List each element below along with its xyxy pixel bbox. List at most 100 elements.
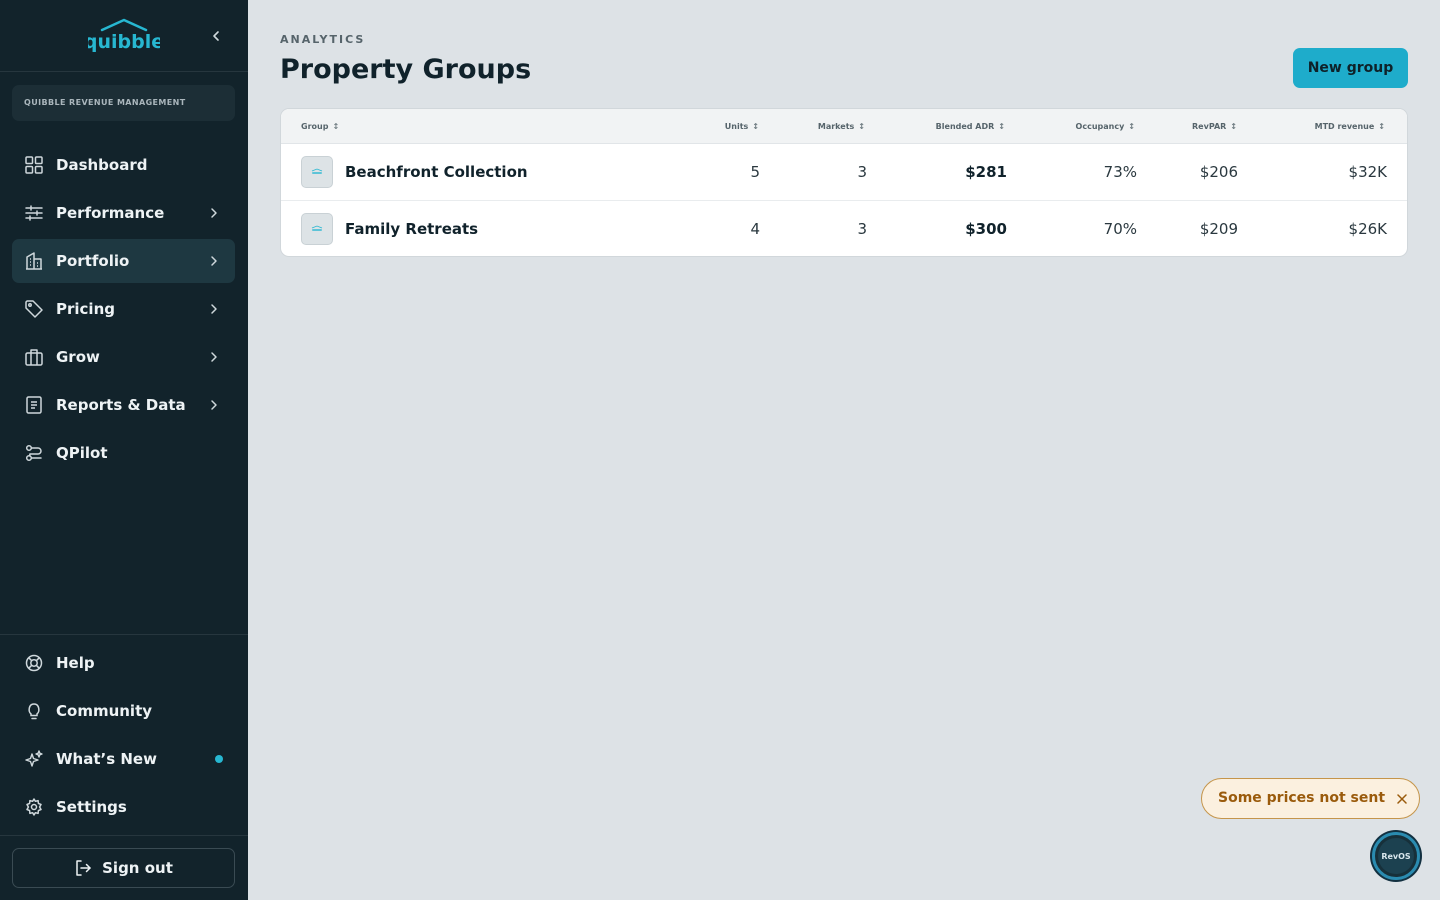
sidebar-item-help[interactable]: Help (12, 641, 235, 685)
table-header: Group ↕ Units ↕ Markets ↕ Blended ADR ↕ Occu… (281, 109, 1407, 144)
revos-assistant-button[interactable]: RevOS (1372, 832, 1420, 880)
blended-adr-cell: $300 (965, 220, 1007, 238)
quibble-mini-logo-icon (311, 225, 323, 231)
sign-out-button[interactable]: Sign out (12, 848, 235, 888)
sidebar-item-label: What’s New (56, 750, 157, 768)
group-name[interactable]: Family Retreats (345, 220, 478, 238)
sidebar-item-label: Reports & Data (56, 396, 186, 414)
divider (0, 634, 248, 635)
page-title: Property Groups (280, 54, 532, 85)
sort-icon: ↕ (1128, 122, 1135, 131)
building-icon (24, 251, 44, 271)
collapse-sidebar-button[interactable] (206, 26, 226, 46)
group-thumbnail (301, 213, 333, 245)
sidebar-item-performance[interactable]: Performance (12, 191, 235, 235)
sidebar-item-reports[interactable]: Reports & Data (12, 383, 235, 427)
report-icon (24, 395, 44, 415)
sidebar-item-label: Pricing (56, 300, 115, 318)
column-label: Occupancy (1075, 122, 1125, 131)
sidebar-item-pricing[interactable]: Pricing (12, 287, 235, 331)
sidebar-item-qpilot[interactable]: QPilot (12, 431, 235, 475)
sort-icon: ↕ (1378, 122, 1385, 131)
revos-label: RevOS (1381, 851, 1411, 861)
units-cell: 5 (750, 163, 760, 181)
sidebar-item-portfolio[interactable]: Portfolio (12, 239, 235, 283)
logo-row: quibble (0, 0, 248, 72)
column-label: MTD revenue (1314, 122, 1375, 131)
sort-icon: ↕ (998, 122, 1005, 131)
sidebar-item-label: Portfolio (56, 252, 130, 270)
table-row[interactable]: Beachfront Collection 5 3 $281 73% $206 … (281, 144, 1407, 201)
chevron-right-icon (211, 304, 217, 314)
new-group-button[interactable]: New group (1293, 48, 1408, 88)
tag-icon (24, 299, 44, 319)
column-label: Group (301, 122, 329, 131)
sidebar-item-whats-new[interactable]: What’s New (12, 737, 235, 781)
column-label: Markets (817, 122, 855, 131)
gear-icon (24, 797, 44, 817)
units-cell: 4 (750, 220, 760, 238)
sidebar: quibble QUIBBLE REVENUE MANAGEMENT Dashb… (0, 0, 248, 900)
grid-icon (24, 155, 44, 175)
sidebar-item-label: Help (56, 654, 95, 672)
revos-logo: RevOS (1378, 838, 1414, 874)
sidebar-item-label: Community (56, 702, 153, 720)
property-groups-table: Group ↕ Units ↕ Markets ↕ Blended ADR ↕ Occu… (280, 108, 1408, 257)
main-nav: Dashboard Performance Portfolio Pricing (12, 143, 235, 479)
chevron-left-icon (213, 31, 219, 41)
chevron-right-icon (211, 400, 217, 410)
sidebar-item-settings[interactable]: Settings (12, 785, 235, 829)
occupancy-cell: 70% (1103, 220, 1137, 238)
sidebar-item-grow[interactable]: Grow (12, 335, 235, 379)
column-header-markets[interactable]: Markets ↕ (818, 109, 865, 144)
sparkle-icon (24, 749, 44, 769)
group-thumbnail (301, 156, 333, 188)
sidebar-item-label: Settings (56, 798, 127, 816)
sidebar-item-community[interactable]: Community (12, 689, 235, 733)
sign-out-label: Sign out (102, 859, 173, 877)
column-label: Blended ADR (935, 122, 995, 131)
svg-text:quibble: quibble (88, 31, 160, 53)
org-switcher[interactable]: QUIBBLE REVENUE MANAGEMENT (12, 85, 235, 121)
column-header-mtd-revenue[interactable]: MTD revenue ↕ (1315, 109, 1385, 144)
group-name[interactable]: Beachfront Collection (345, 163, 528, 181)
column-label: RevPAR (1192, 122, 1227, 131)
chevron-right-icon (211, 256, 217, 266)
table-row[interactable]: Family Retreats 4 3 $300 70% $209 $26K (281, 201, 1407, 256)
sign-out-icon (76, 860, 91, 876)
quibble-mini-logo-icon (311, 168, 323, 174)
route-icon (24, 443, 44, 463)
column-header-blended-adr[interactable]: Blended ADR ↕ (936, 109, 1005, 144)
lightbulb-icon (24, 701, 44, 721)
prices-not-sent-toast[interactable]: Some prices not sent (1201, 778, 1420, 819)
briefcase-icon (24, 347, 44, 367)
column-header-occupancy[interactable]: Occupancy ↕ (1076, 109, 1135, 144)
close-icon[interactable] (1395, 792, 1409, 806)
occupancy-cell: 73% (1103, 163, 1137, 181)
sidebar-item-dashboard[interactable]: Dashboard (12, 143, 235, 187)
sliders-icon (24, 203, 44, 223)
lifebuoy-icon (24, 653, 44, 673)
mtd-revenue-cell: $26K (1348, 220, 1387, 238)
sidebar-item-label: QPilot (56, 444, 108, 462)
sidebar-item-label: Grow (56, 348, 100, 366)
column-header-revpar[interactable]: RevPAR ↕ (1192, 109, 1237, 144)
column-header-units[interactable]: Units ↕ (725, 109, 759, 144)
sort-icon: ↕ (1230, 122, 1237, 131)
column-header-group[interactable]: Group ↕ (301, 109, 339, 144)
toast-message: Some prices not sent (1218, 790, 1386, 806)
sort-icon: ↕ (752, 122, 759, 131)
quibble-logo[interactable]: quibble (88, 18, 160, 54)
revpar-cell: $209 (1199, 220, 1238, 238)
column-label: Units (724, 122, 749, 131)
chevron-right-icon (211, 352, 217, 362)
blended-adr-cell: $281 (965, 163, 1007, 181)
unread-indicator (215, 755, 223, 763)
divider (0, 835, 248, 836)
sort-icon: ↕ (332, 122, 340, 131)
markets-cell: 3 (857, 220, 867, 238)
mtd-revenue-cell: $32K (1348, 163, 1387, 181)
sort-icon: ↕ (858, 122, 865, 131)
sidebar-item-label: Dashboard (56, 156, 148, 174)
markets-cell: 3 (857, 163, 867, 181)
